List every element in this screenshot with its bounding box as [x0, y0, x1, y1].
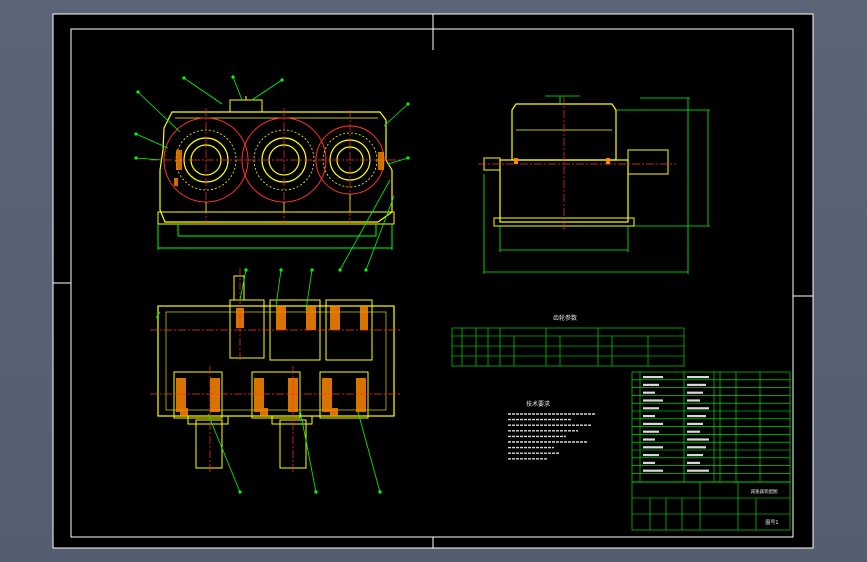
drawing-sheet [53, 14, 813, 548]
meshing-table-title: 齿轮参数 [553, 314, 577, 322]
drawing-number: 图号1 [765, 520, 778, 526]
cad-viewport[interactable]: 齿轮参数 技术要求 减速器装配图 图号1 [0, 0, 867, 562]
cad-drawing-canvas[interactable]: 齿轮参数 技术要求 减速器装配图 图号1 [0, 0, 867, 562]
drawing-title: 减速器装配图 [751, 488, 778, 495]
tech-requirements-title: 技术要求 [526, 400, 550, 408]
